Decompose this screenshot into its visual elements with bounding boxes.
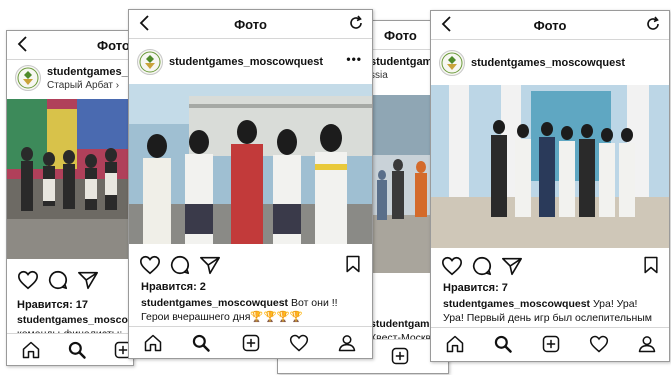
profile-icon[interactable]: [337, 333, 357, 353]
phone-screen-4: Фото studentgames_moscowquest Нравится: …: [430, 10, 670, 362]
tab-bar: [129, 326, 372, 358]
likes-count[interactable]: Нравится: 2: [141, 281, 206, 293]
post-username[interactable]: studentgames_m: [47, 66, 133, 78]
likes-count[interactable]: Нравится: 7: [443, 282, 508, 294]
add-icon[interactable]: [390, 346, 410, 366]
more-icon[interactable]: •••: [346, 52, 362, 66]
nav-bar: Фото: [431, 11, 669, 40]
home-icon[interactable]: [21, 340, 41, 360]
back-arrow-icon[interactable]: [15, 35, 31, 53]
share-icon[interactable]: [501, 255, 523, 277]
tab-bar: [431, 327, 669, 360]
avatar[interactable]: [439, 50, 465, 76]
heart-icon[interactable]: [139, 254, 161, 276]
phone-screen-1: Фото studentgames_m Старый Арбат › Нрави…: [6, 30, 134, 366]
comment-icon[interactable]: [471, 255, 493, 277]
post-header: studentgames_m Старый Арбат ›: [7, 60, 133, 96]
nav-bar: Фото: [129, 10, 372, 39]
caption-text: Вот они !!: [288, 297, 338, 309]
activity-icon[interactable]: [589, 334, 609, 354]
home-icon[interactable]: [445, 334, 465, 354]
refresh-icon[interactable]: [348, 15, 364, 31]
post-location[interactable]: Старый Арбат ›: [47, 80, 119, 91]
post-username[interactable]: studentgames_moscowquest: [471, 57, 625, 69]
logo-icon: [440, 51, 464, 75]
comment-icon[interactable]: [47, 269, 69, 291]
post-header: studentgames_moscowquest: [431, 45, 669, 81]
photo-image: [431, 85, 669, 248]
caption-username[interactable]: studentgames_moscowquest: [443, 298, 590, 310]
add-icon[interactable]: [541, 334, 561, 354]
page-title: Фото: [234, 17, 267, 32]
photo-image: [129, 84, 372, 244]
caption-line-2: Герои вчерашнего дня🏆🏆🏆🏆: [141, 311, 303, 323]
profile-icon[interactable]: [637, 334, 657, 354]
post-photo[interactable]: [431, 85, 669, 248]
nav-bar: Фото: [7, 31, 133, 60]
heart-icon[interactable]: [441, 255, 463, 277]
post-actions: [129, 252, 372, 278]
post-caption: studentgames_moscowquest Вот они !! Геро…: [141, 296, 338, 324]
post-actions: [7, 267, 133, 293]
page-title: Фото: [533, 18, 567, 33]
logo-icon: [138, 50, 162, 74]
chevron-right-icon: ›: [115, 80, 120, 91]
share-icon[interactable]: [77, 269, 99, 291]
search-icon[interactable]: [67, 340, 87, 360]
heart-icon[interactable]: [17, 269, 39, 291]
location-label: Старый Арбат: [47, 80, 114, 91]
share-icon[interactable]: [199, 254, 221, 276]
search-icon[interactable]: [191, 333, 211, 353]
post-photo[interactable]: [129, 84, 372, 244]
avatar[interactable]: [15, 65, 41, 91]
caption-username[interactable]: studentgames_moscowquest: [141, 297, 288, 309]
comment-icon[interactable]: [169, 254, 191, 276]
tab-bar: [7, 333, 133, 365]
bookmark-icon[interactable]: [343, 254, 363, 274]
post-caption: studentgames_moscowquest Ура! Ура! Ура! …: [443, 297, 652, 325]
home-icon[interactable]: [143, 333, 163, 353]
post-actions: [431, 253, 669, 279]
caption-text: Ура! Ура!: [590, 298, 638, 310]
bookmark-icon[interactable]: [641, 255, 661, 275]
post-photo[interactable]: [7, 99, 133, 259]
logo-icon: [16, 66, 40, 90]
phone-screen-2: Фото studentgames_moscowquest ••• Нравит…: [128, 9, 373, 359]
post-header: studentgames_moscowquest •••: [129, 44, 372, 80]
likes-count[interactable]: Нравится: 17: [17, 299, 88, 311]
refresh-icon[interactable]: [645, 16, 661, 32]
post-username[interactable]: studentgames_moscowquest: [169, 56, 323, 68]
avatar[interactable]: [137, 49, 163, 75]
add-icon[interactable]: [241, 333, 261, 353]
activity-icon[interactable]: [289, 333, 309, 353]
search-icon[interactable]: [493, 334, 513, 354]
caption-username[interactable]: studentgames_moscowquest: [17, 314, 133, 326]
caption-line-2: Ура! Первый день игр был ослепительным: [443, 312, 653, 324]
photo-image: [7, 99, 133, 259]
